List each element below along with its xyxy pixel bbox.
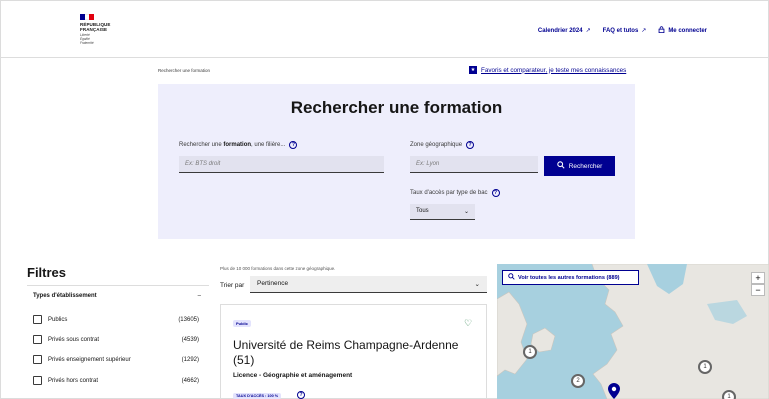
calendar-link-label: Calendrier 2024 (537, 27, 583, 34)
search-panel: Rechercher une formation Rechercher une … (158, 84, 635, 239)
help-icon[interactable]: ? (289, 141, 298, 149)
logo-line-2: FRANÇAISE (80, 27, 108, 32)
search-button-label: Rechercher (568, 162, 603, 170)
logo-motto-3: Fraternité (80, 41, 94, 45)
filter-count: (1292) (181, 356, 199, 363)
calendar-link[interactable]: Calendrier 2024 ↗ (538, 26, 591, 35)
sort-value: Pertinence (257, 280, 289, 287)
breadcrumb[interactable]: Rechercher une formation (158, 68, 210, 73)
formation-card[interactable]: Public ♡ Université de Reims Champagne-A… (220, 304, 487, 399)
filter-label: Privés enseignement supérieur (48, 356, 131, 363)
filters-title: Filtres (27, 265, 67, 280)
sort-label: Trier par (220, 282, 245, 289)
heart-icon[interactable]: ♡ (464, 318, 472, 329)
filter-group-header[interactable]: Types d'établissement – (33, 293, 201, 299)
favoris-link[interactable]: ★ Favoris et comparateur, je teste mes c… (469, 66, 626, 74)
checkbox[interactable] (33, 355, 42, 364)
search-title: Rechercher une formation (290, 98, 503, 117)
login-link[interactable]: Me connecter (658, 26, 707, 35)
login-link-label: Me connecter (668, 27, 707, 34)
external-link-icon: ↗ (585, 28, 591, 34)
view-all-formations-button[interactable]: Voir toutes les autres formations (889) (502, 270, 639, 285)
map-cluster-marker[interactable]: 1 (698, 360, 712, 374)
faq-link-label: FAQ et tutos (602, 27, 639, 34)
card-subtitle: Licence - Géographie et aménagement (233, 372, 353, 379)
results-info: Plus de 10 000 formations dans cette zon… (220, 266, 336, 271)
search-button[interactable]: Rechercher (544, 156, 615, 176)
filter-item[interactable]: Privés enseignement supérieur (1292) (33, 355, 199, 364)
filter-item[interactable]: Privés sous contrat (4539) (33, 335, 199, 344)
help-icon[interactable]: ? (466, 141, 475, 149)
bookmark-icon: ★ (469, 66, 477, 74)
filter-group-label: Types d'établissement (33, 293, 97, 299)
checkbox[interactable] (33, 376, 42, 385)
zoom-in-button[interactable]: + (751, 272, 765, 284)
site-header: RÉPUBLIQUE FRANÇAISE Liberté Égalité Fra… (0, 0, 769, 58)
chevron-down-icon: ⌄ (463, 209, 469, 215)
filter-count: (13605) (178, 316, 199, 323)
filter-label: Privés hors contrat (48, 377, 99, 384)
zone-search-input[interactable]: Ex: Lyon (410, 156, 538, 173)
sort-select[interactable]: Pertinence ⌄ (250, 276, 487, 293)
checkbox[interactable] (33, 315, 42, 324)
formation-label: Rechercher une formation, une filière...… (179, 141, 298, 149)
search-icon (508, 273, 515, 282)
formation-search-input[interactable]: Ex: BTS droit (179, 156, 384, 173)
chevron-down-icon: ⌄ (474, 281, 480, 288)
lock-icon (658, 26, 665, 35)
card-title[interactable]: Université de Reims Champagne-Ardenne (5… (233, 338, 473, 368)
french-flag-icon (80, 14, 95, 20)
map-cluster-marker[interactable]: 1 (722, 390, 736, 399)
map-cluster-marker[interactable]: 1 (523, 345, 537, 359)
help-icon[interactable]: ? (297, 391, 305, 399)
header-links: Calendrier 2024 ↗ FAQ et tutos ↗ Me conn… (538, 26, 707, 35)
filter-label: Privés sous contrat (48, 336, 100, 343)
favoris-label: Favoris et comparateur, je teste mes con… (481, 66, 627, 74)
divider (27, 285, 209, 286)
bac-type-value: Tous (416, 208, 429, 214)
external-link-icon: ↗ (641, 28, 647, 34)
help-icon[interactable]: ? (491, 189, 500, 197)
bac-type-select[interactable]: Tous ⌄ (410, 204, 475, 220)
search-icon (556, 161, 565, 171)
filter-item[interactable]: Privés hors contrat (4662) (33, 376, 199, 385)
filter-label: Publics (48, 316, 68, 323)
map-cluster-marker[interactable]: 2 (571, 374, 585, 388)
bac-label: Taux d'accès par type de bac ? (410, 189, 500, 197)
zoom-out-button[interactable]: − (751, 284, 765, 296)
republique-francaise-logo[interactable]: RÉPUBLIQUE FRANÇAISE Liberté Égalité Fra… (80, 14, 111, 45)
filter-count: (4662) (181, 377, 199, 384)
view-all-label: Voir toutes les autres formations (889) (518, 274, 620, 281)
collapse-icon: – (197, 293, 201, 299)
faq-link[interactable]: FAQ et tutos ↗ (603, 26, 647, 35)
zone-label: Zone géographique ? (410, 141, 475, 149)
map-pin-icon[interactable] (608, 383, 620, 399)
filter-item[interactable]: Publics (13605) (33, 315, 199, 324)
filter-count: (4539) (181, 336, 199, 343)
access-rate-badge: TAUX D'ACCÈS : 100 % (233, 393, 282, 399)
status-badge: Public (233, 320, 252, 327)
checkbox[interactable] (33, 335, 42, 344)
